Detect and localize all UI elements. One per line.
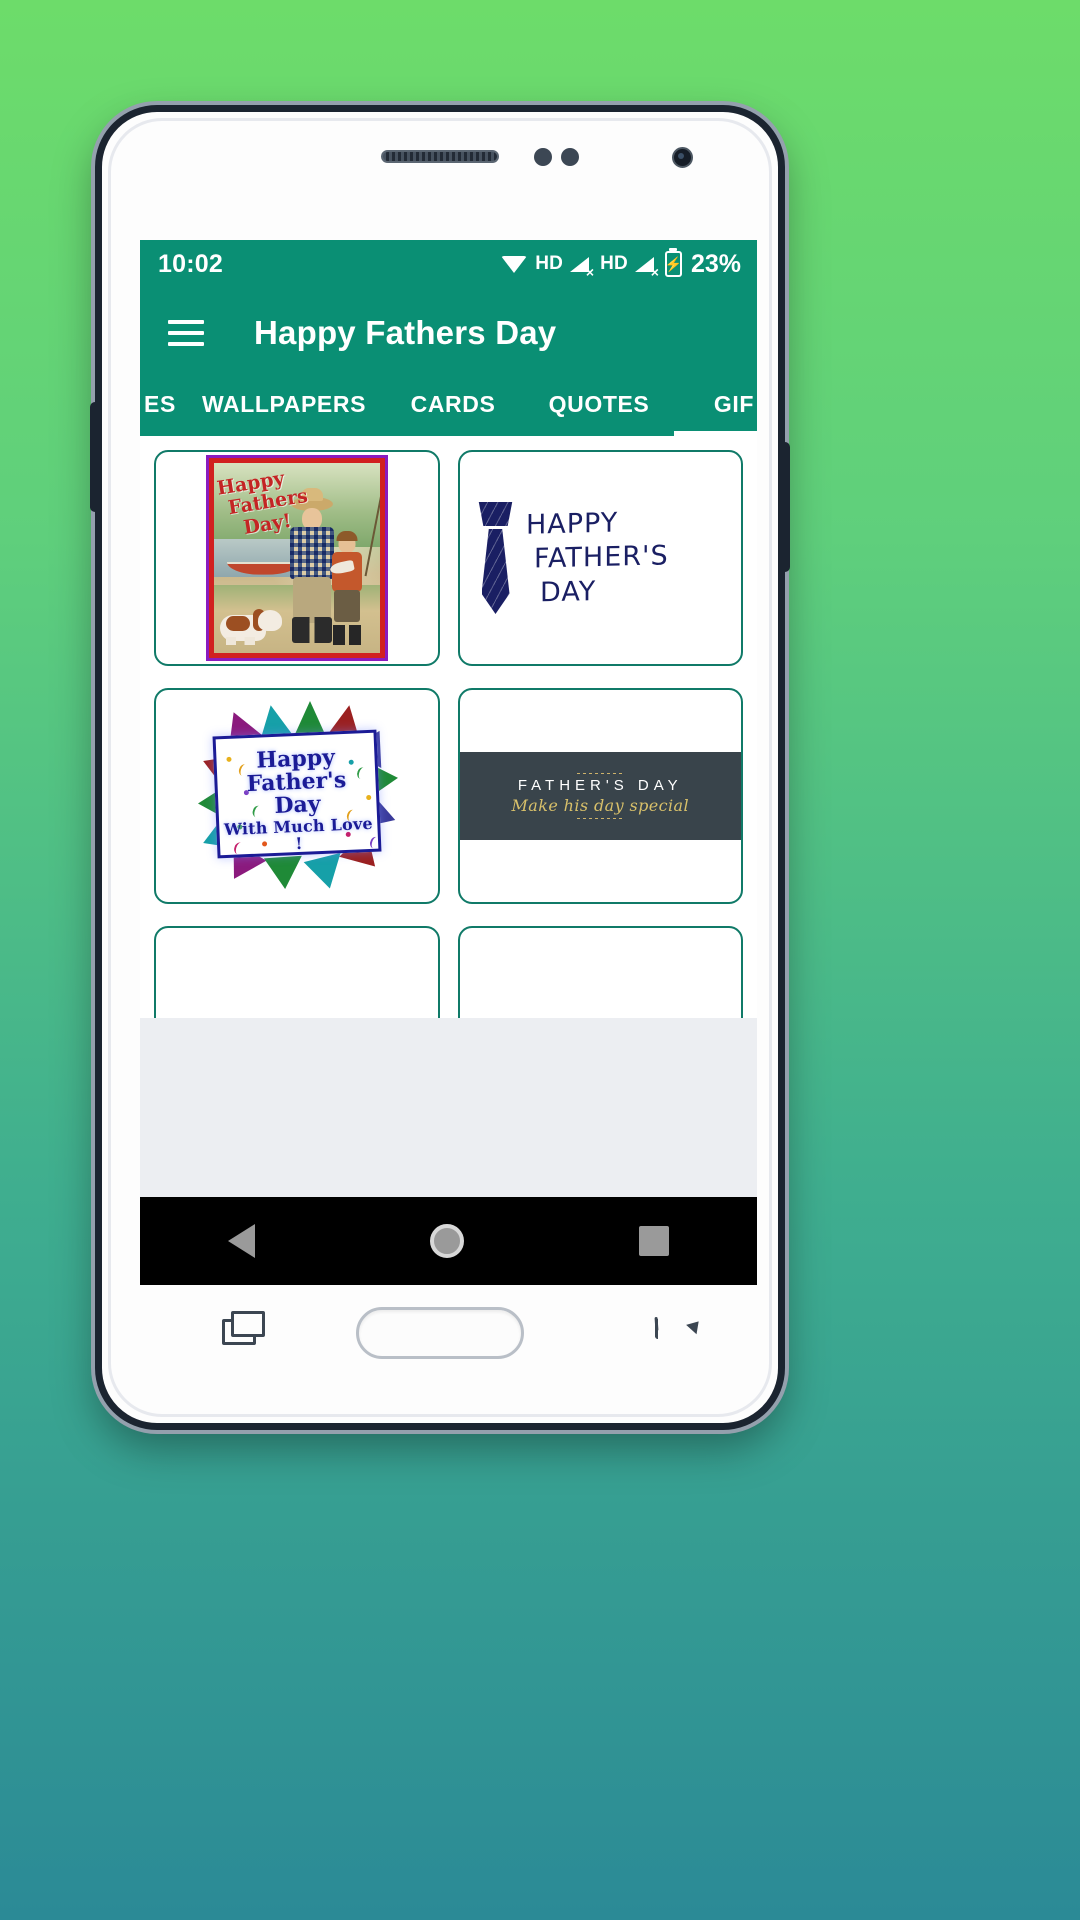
banner-subtitle: Make his day special: [511, 796, 689, 815]
dark-banner-artwork: FATHER'S DAY Make his day special: [459, 752, 741, 840]
necktie-text-line-2: FATHER'S: [533, 540, 669, 575]
gallery-item-dark-banner-card[interactable]: FATHER'S DAY Make his day special: [457, 688, 743, 904]
status-time: 10:02: [158, 249, 223, 278]
artwork-son-figure: [327, 531, 367, 646]
page-title: Happy Fathers Day: [254, 314, 557, 351]
front-camera-icon: [672, 147, 693, 168]
tab-es[interactable]: ES: [140, 391, 186, 436]
app-bar: Happy Fathers Day: [140, 288, 757, 378]
hd-label-1: HD: [535, 253, 564, 274]
banner-divider-bottom: [577, 818, 624, 819]
proximity-sensor-icon: [534, 148, 579, 166]
gallery-item-vintage-fishing-postcard[interactable]: Happy Fathers Day!: [154, 450, 440, 666]
starburst-plaque: Happy Father's Day With Much Love !: [212, 729, 382, 859]
signal-no-service-icon-1: [570, 254, 594, 279]
battery-percent: 23%: [690, 249, 741, 278]
physical-home-button[interactable]: [356, 1307, 524, 1359]
necktie-card-artwork: HAPPY FATHER'S DAY: [460, 502, 742, 614]
gallery-item-pink-glitter-card[interactable]: Happy: [457, 926, 743, 1018]
back-triangle-icon[interactable]: [227, 1224, 255, 1258]
necktie-text-line-1: HAPPY: [525, 507, 618, 541]
phone-device: 10:02 HD HD 23% Happy Fathers Day ES WAL…: [90, 105, 790, 1430]
phone-top-bezel: [102, 112, 778, 240]
tab-cards[interactable]: CARDS: [382, 391, 524, 436]
signal-no-service-icon-2: [634, 254, 659, 279]
gallery-item-purple-glitter-card[interactable]: HAPPY: [154, 926, 440, 1018]
speaker-grille-icon: [381, 150, 499, 163]
wifi-icon: [501, 254, 528, 274]
phone-bottom-bezel: [102, 1271, 778, 1423]
hamburger-menu-icon[interactable]: [168, 320, 204, 346]
recents-square-icon[interactable]: [639, 1226, 670, 1256]
battery-charging-icon: [664, 251, 682, 277]
tab-quotes[interactable]: QUOTES: [524, 391, 674, 436]
artwork-dog: [220, 597, 283, 646]
necktie-text-line-3: DAY: [539, 576, 596, 609]
gallery-item-necktie-handwritten-card[interactable]: HAPPY FATHER'S DAY: [457, 450, 743, 666]
starburst-text-line-4: With Much Love !: [223, 814, 373, 854]
vintage-postcard-artwork: Happy Fathers Day!: [205, 455, 388, 661]
starburst-card-artwork: Happy Father's Day With Much Love !: [195, 701, 401, 894]
power-button[interactable]: [780, 442, 790, 572]
tab-wallpapers[interactable]: WALLPAPERS: [186, 391, 382, 436]
tab-gif[interactable]: GIF: [674, 391, 757, 436]
volume-button[interactable]: [90, 402, 100, 512]
starburst-greeting-text: Happy Father's Day With Much Love !: [216, 744, 378, 856]
status-bar: 10:02 HD HD 23%: [140, 240, 757, 288]
gif-gallery-grid: Happy Fathers Day! HAPPY FATHER'S DAY Ha…: [140, 436, 757, 1018]
necktie-greeting-text: HAPPY FATHER'S DAY: [526, 505, 669, 611]
home-circle-icon[interactable]: [429, 1224, 464, 1258]
gallery-item-starburst-confetti-card[interactable]: Happy Father's Day With Much Love !: [154, 688, 440, 904]
soft-back-key-icon[interactable]: [655, 1319, 658, 1339]
hd-label-2: HD: [600, 253, 628, 274]
necktie-icon: [474, 502, 518, 614]
phone-screen: 10:02 HD HD 23% Happy Fathers Day ES WAL…: [140, 240, 757, 1285]
status-icon-group: HD HD 23%: [501, 250, 741, 279]
banner-divider-top: [577, 773, 624, 774]
banner-title: FATHER'S DAY: [517, 777, 683, 794]
tab-bar: ES WALLPAPERS CARDS QUOTES GIF: [140, 378, 757, 436]
